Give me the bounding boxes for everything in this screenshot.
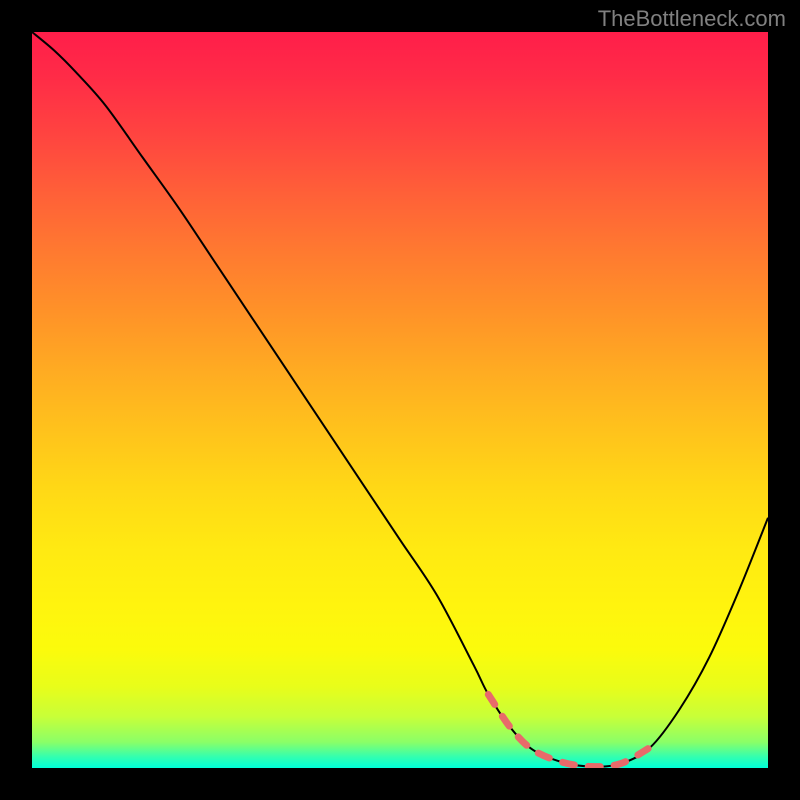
watermark-text: TheBottleneck.com <box>598 6 786 32</box>
plot-area <box>32 32 768 768</box>
chart-svg <box>32 32 768 768</box>
bottleneck-curve <box>32 32 768 767</box>
